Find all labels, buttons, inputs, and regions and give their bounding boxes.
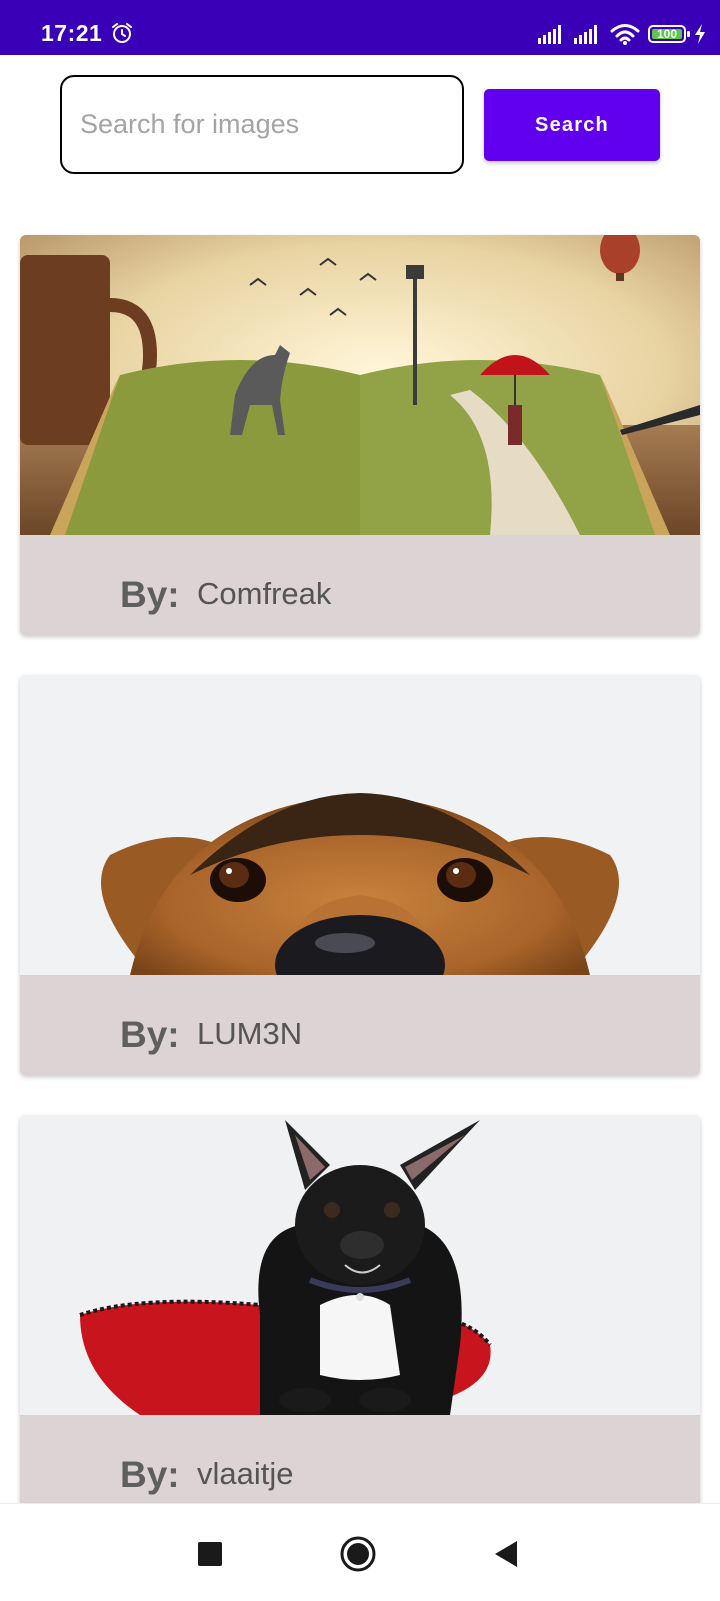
home-circle-icon[interactable] — [340, 1536, 376, 1572]
charging-icon — [694, 24, 706, 44]
card-caption: By: Comfreak — [20, 535, 700, 635]
french-bulldog-image[interactable] — [20, 1115, 700, 1415]
author-name: LUM3N — [197, 1016, 303, 1051]
search-button[interactable]: Search — [484, 89, 660, 161]
search-input[interactable] — [60, 75, 464, 174]
back-triangle-icon[interactable] — [488, 1536, 524, 1572]
by-label: By: — [120, 1014, 180, 1055]
image-card[interactable]: By: LUM3N — [20, 675, 700, 1075]
wifi-icon — [610, 23, 640, 45]
signal-icon — [574, 24, 602, 44]
battery-level: 100 — [656, 27, 678, 41]
book-landscape-image[interactable] — [20, 235, 700, 535]
card-caption: By: vlaaitje — [20, 1415, 700, 1515]
author-name: vlaaitje — [197, 1456, 294, 1491]
alarm-icon — [110, 21, 134, 45]
by-label: By: — [120, 1454, 180, 1495]
card-caption: By: LUM3N — [20, 975, 700, 1075]
status-bar: 17:21 100 — [0, 0, 720, 55]
by-label: By: — [120, 574, 180, 615]
dog-face-image[interactable] — [20, 675, 700, 975]
image-card[interactable]: By: Comfreak — [20, 235, 700, 635]
author-name: Comfreak — [197, 576, 332, 611]
signal-icon — [538, 24, 566, 44]
status-time: 17:21 — [41, 20, 103, 46]
recents-square-icon[interactable] — [192, 1536, 228, 1572]
navigation-bar — [0, 1503, 720, 1601]
image-card[interactable]: By: vlaaitje — [20, 1115, 700, 1515]
battery-icon: 100 — [648, 25, 690, 43]
